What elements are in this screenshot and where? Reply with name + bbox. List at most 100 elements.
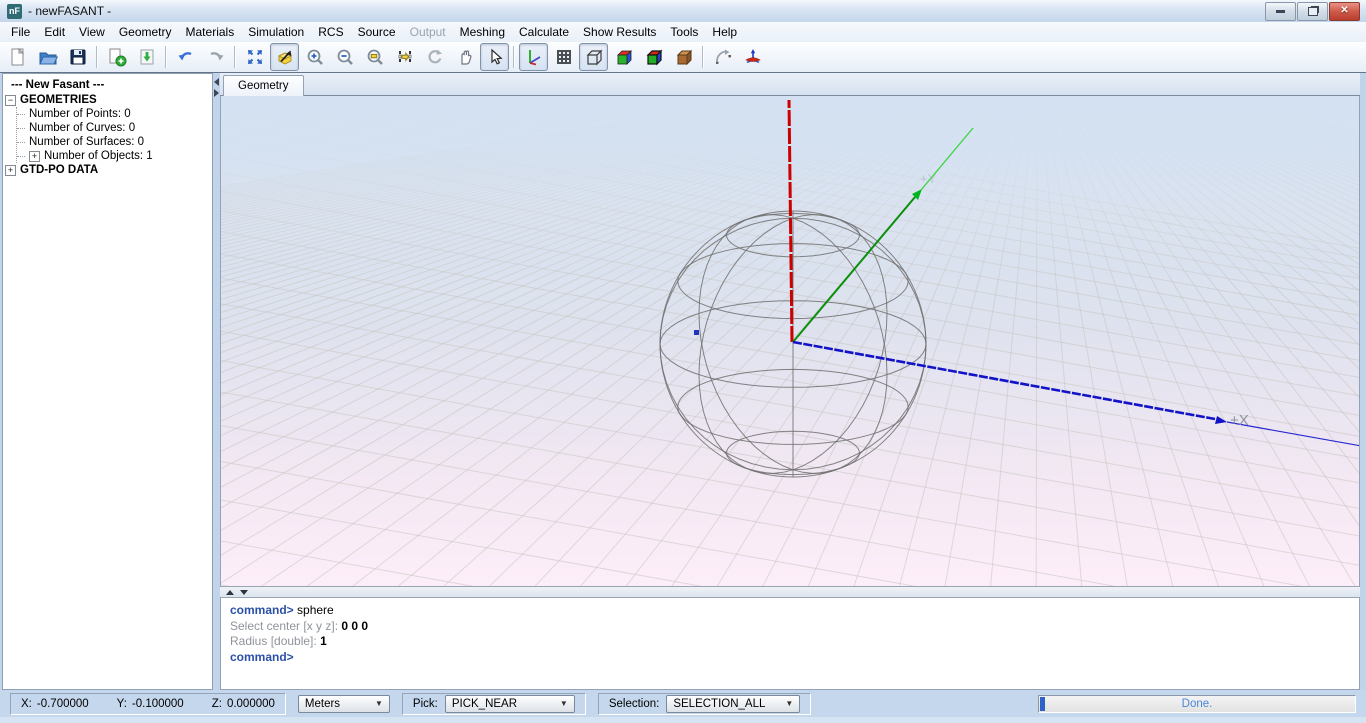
tree-connector [17, 142, 25, 143]
viewport-3d[interactable]: +X +Y [220, 96, 1360, 586]
geometries-children: Number of Points: 0 Number of Curves: 0 … [16, 107, 210, 163]
menu-edit[interactable]: Edit [37, 23, 72, 41]
tab-geometry[interactable]: Geometry [223, 75, 304, 96]
menu-output: Output [403, 23, 453, 41]
grid-toggle-button[interactable] [549, 43, 578, 71]
undo-button[interactable] [171, 43, 200, 71]
menu-show-results[interactable]: Show Results [576, 23, 663, 41]
rotate-view-button[interactable] [420, 43, 449, 71]
menu-bar: File Edit View Geometry Materials Simula… [0, 22, 1366, 42]
collapse-toggle-icon[interactable]: − [5, 95, 16, 106]
tree-item-geometries[interactable]: − GEOMETRIES [5, 93, 210, 107]
restore-button[interactable] [1297, 2, 1328, 21]
collapse-up-icon[interactable] [226, 590, 234, 595]
toolbar-separator [513, 46, 515, 68]
chevron-down-icon: ▼ [560, 699, 568, 708]
toolbar-separator [702, 46, 704, 68]
tree-item-points[interactable]: Number of Points: 0 [17, 107, 210, 121]
menu-calculate[interactable]: Calculate [512, 23, 576, 41]
app-window: nF - newFASANT - ✕ File Edit View Geomet… [0, 0, 1366, 723]
close-icon: ✕ [1340, 6, 1348, 16]
tab-bar: Geometry [220, 73, 1360, 96]
redo-button[interactable] [201, 43, 230, 71]
menu-materials[interactable]: Materials [179, 23, 242, 41]
move-view-button[interactable] [390, 43, 419, 71]
menu-help[interactable]: Help [705, 23, 744, 41]
menu-simulation[interactable]: Simulation [241, 23, 311, 41]
axes-toggle-icon [524, 47, 544, 67]
console-prompt-line[interactable]: command> [230, 650, 1350, 666]
pick-select[interactable]: PICK_NEAR▼ [445, 695, 575, 713]
solid-view-icon [644, 47, 664, 67]
menu-view[interactable]: View [72, 23, 112, 41]
rotate-object-icon [713, 47, 733, 67]
tree-item-surfaces[interactable]: Number of Surfaces: 0 [17, 135, 210, 149]
undo-icon [176, 47, 196, 67]
progress-bar: Done. [1038, 695, 1356, 713]
fit-view-icon [245, 47, 265, 67]
selection-select[interactable]: SELECTION_ALL▼ [666, 695, 800, 713]
add-file-button[interactable] [102, 43, 131, 71]
fit-view-button[interactable] [240, 43, 269, 71]
zoom-out-button[interactable] [330, 43, 359, 71]
zoom-extents-icon [275, 47, 295, 67]
expand-toggle-icon[interactable]: + [5, 165, 16, 176]
tree-item-curves[interactable]: Number of Curves: 0 [17, 121, 210, 135]
select-button[interactable] [480, 43, 509, 71]
menu-geometry[interactable]: Geometry [112, 23, 179, 41]
zoom-in-icon [305, 47, 325, 67]
units-select[interactable]: Meters▼ [298, 695, 390, 713]
solid-view-button[interactable] [639, 43, 668, 71]
shaded-view-button[interactable] [609, 43, 638, 71]
zoom-window-button[interactable] [360, 43, 389, 71]
point-marker[interactable] [694, 330, 699, 335]
import-button[interactable] [132, 43, 161, 71]
axes-triad [789, 100, 1359, 447]
save-button[interactable] [63, 43, 92, 71]
command-console[interactable]: command> sphere Select center [x y z]: 0… [220, 598, 1360, 690]
axes-toggle-button[interactable] [519, 43, 548, 71]
collapse-right-icon[interactable] [214, 89, 219, 97]
tree-connector [17, 156, 25, 157]
workspace: Geometry [220, 73, 1360, 690]
wireframe-view-button[interactable] [579, 43, 608, 71]
pan-icon [455, 47, 475, 67]
zoom-window-icon [365, 47, 385, 67]
menu-file[interactable]: File [4, 23, 37, 41]
coord-z-value: 0.000000 [227, 698, 275, 710]
coordinates-panel: X:-0.700000 Y:-0.100000 Z:0.000000 [10, 693, 286, 715]
zoom-extents-button[interactable] [270, 43, 299, 71]
restore-icon [1308, 7, 1318, 16]
rotate-view-icon [425, 47, 445, 67]
rotate-object-button[interactable] [708, 43, 737, 71]
coord-z-label: Z: [212, 698, 222, 710]
coord-x-value: -0.700000 [37, 698, 89, 710]
pick-panel: Pick: PICK_NEAR▼ [402, 693, 586, 715]
zoom-in-button[interactable] [300, 43, 329, 71]
menu-meshing[interactable]: Meshing [453, 23, 512, 41]
tree-item-gtd-po-data[interactable]: + GTD-PO DATA [5, 163, 210, 177]
new-file-button[interactable] [3, 43, 32, 71]
far-field-button[interactable] [738, 43, 767, 71]
expand-toggle-icon[interactable]: + [29, 151, 40, 162]
axis-label-y: +Y [920, 171, 937, 186]
tree-item-objects[interactable]: + Number of Objects: 1 [17, 149, 210, 163]
open-folder-icon [38, 47, 58, 67]
tree-connector [17, 128, 25, 129]
window-bottom-border [0, 717, 1366, 723]
chevron-down-icon: ▼ [375, 699, 383, 708]
sphere-wireframe [660, 211, 926, 477]
menu-source[interactable]: Source [351, 23, 403, 41]
collapse-down-icon[interactable] [240, 590, 248, 595]
collapse-left-icon[interactable] [214, 78, 219, 86]
close-button[interactable]: ✕ [1329, 2, 1360, 21]
menu-tools[interactable]: Tools [663, 23, 705, 41]
vertical-splitter[interactable] [213, 73, 220, 690]
horizontal-splitter[interactable] [220, 586, 1360, 598]
pan-button[interactable] [450, 43, 479, 71]
axis-x-blue [793, 342, 1215, 419]
open-button[interactable] [33, 43, 62, 71]
minimize-button[interactable] [1265, 2, 1296, 21]
textured-view-button[interactable] [669, 43, 698, 71]
menu-rcs[interactable]: RCS [311, 23, 350, 41]
